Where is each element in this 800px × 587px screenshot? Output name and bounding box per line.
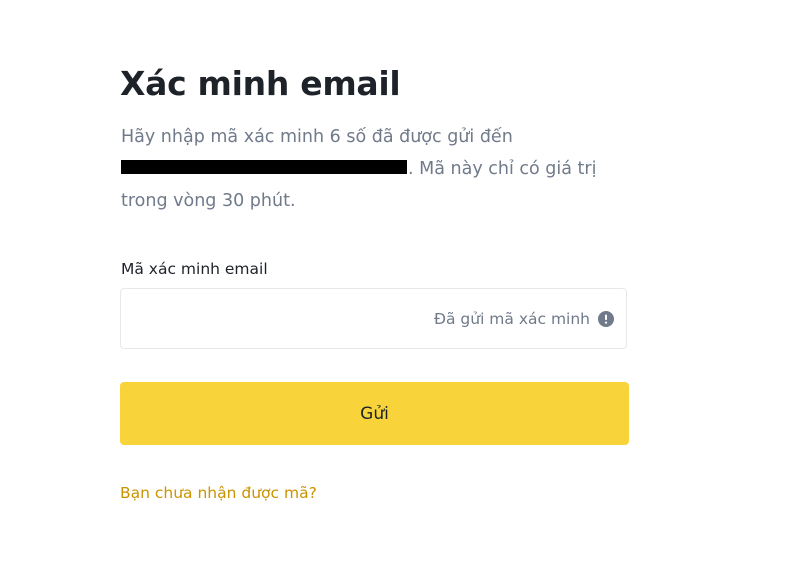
email-verification-page: Xác minh email Hãy nhập mã xác minh 6 số… <box>0 0 800 587</box>
verification-code-field[interactable]: Đã gửi mã xác minh <box>120 288 627 350</box>
submit-button[interactable]: Gửi <box>120 382 629 445</box>
page-title: Xác minh email <box>120 64 401 103</box>
resend-code-link[interactable]: Bạn chưa nhận được mã? <box>120 482 317 504</box>
verification-code-label: Mã xác minh email <box>121 260 268 278</box>
info-icon[interactable] <box>598 310 614 327</box>
redacted-email <box>121 160 407 174</box>
code-sent-text: Đã gửi mã xác minh <box>433 309 590 328</box>
verification-instructions: Hãy nhập mã xác minh 6 số đã được gửi đế… <box>121 121 641 217</box>
code-sent-hint: Đã gửi mã xác minh <box>434 289 614 348</box>
verification-code-input[interactable] <box>133 289 417 350</box>
instructions-text-start: Hãy nhập mã xác minh 6 số đã được gửi đế… <box>121 127 513 147</box>
